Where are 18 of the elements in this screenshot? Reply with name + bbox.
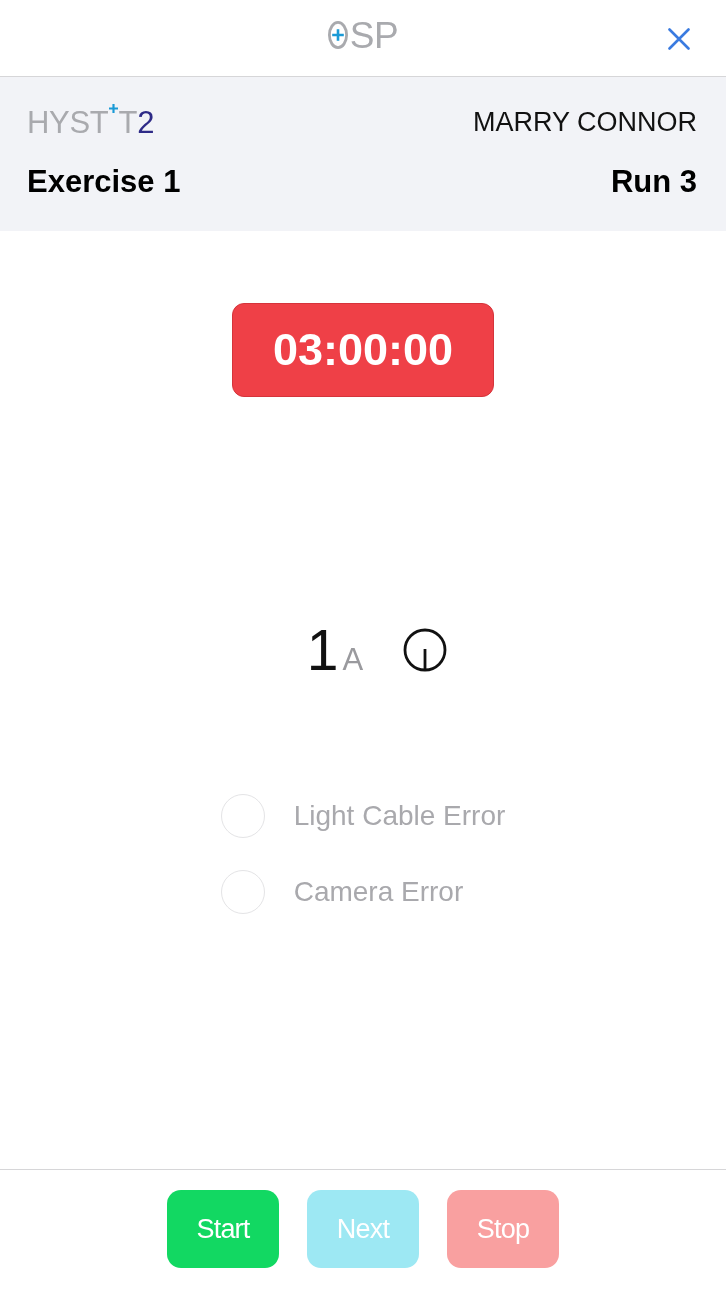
countdown-timer: 03:00:00 [232,303,494,397]
brand-logo: HYST [27,106,109,138]
user-name: MARRY CONNOR [472,106,697,138]
brand-logo-suffix: T2 [118,106,155,138]
exercise-title: Exercise 1 [27,164,181,200]
error-option-label: Camera Error [293,876,464,908]
app-logo: SP [349,16,399,54]
dial-icon [403,627,448,672]
close-icon [668,28,690,50]
position-number: 1 [306,622,339,679]
plus-in-ring-icon [327,21,348,49]
plus-icon [109,103,119,113]
run-number: Run 3 [610,164,697,200]
start-button[interactable]: Start [167,1190,279,1268]
radio-button[interactable] [220,870,265,914]
error-option-label: Light Cable Error [293,800,506,832]
position-letter: A [342,644,364,675]
radio-button[interactable] [220,794,265,838]
